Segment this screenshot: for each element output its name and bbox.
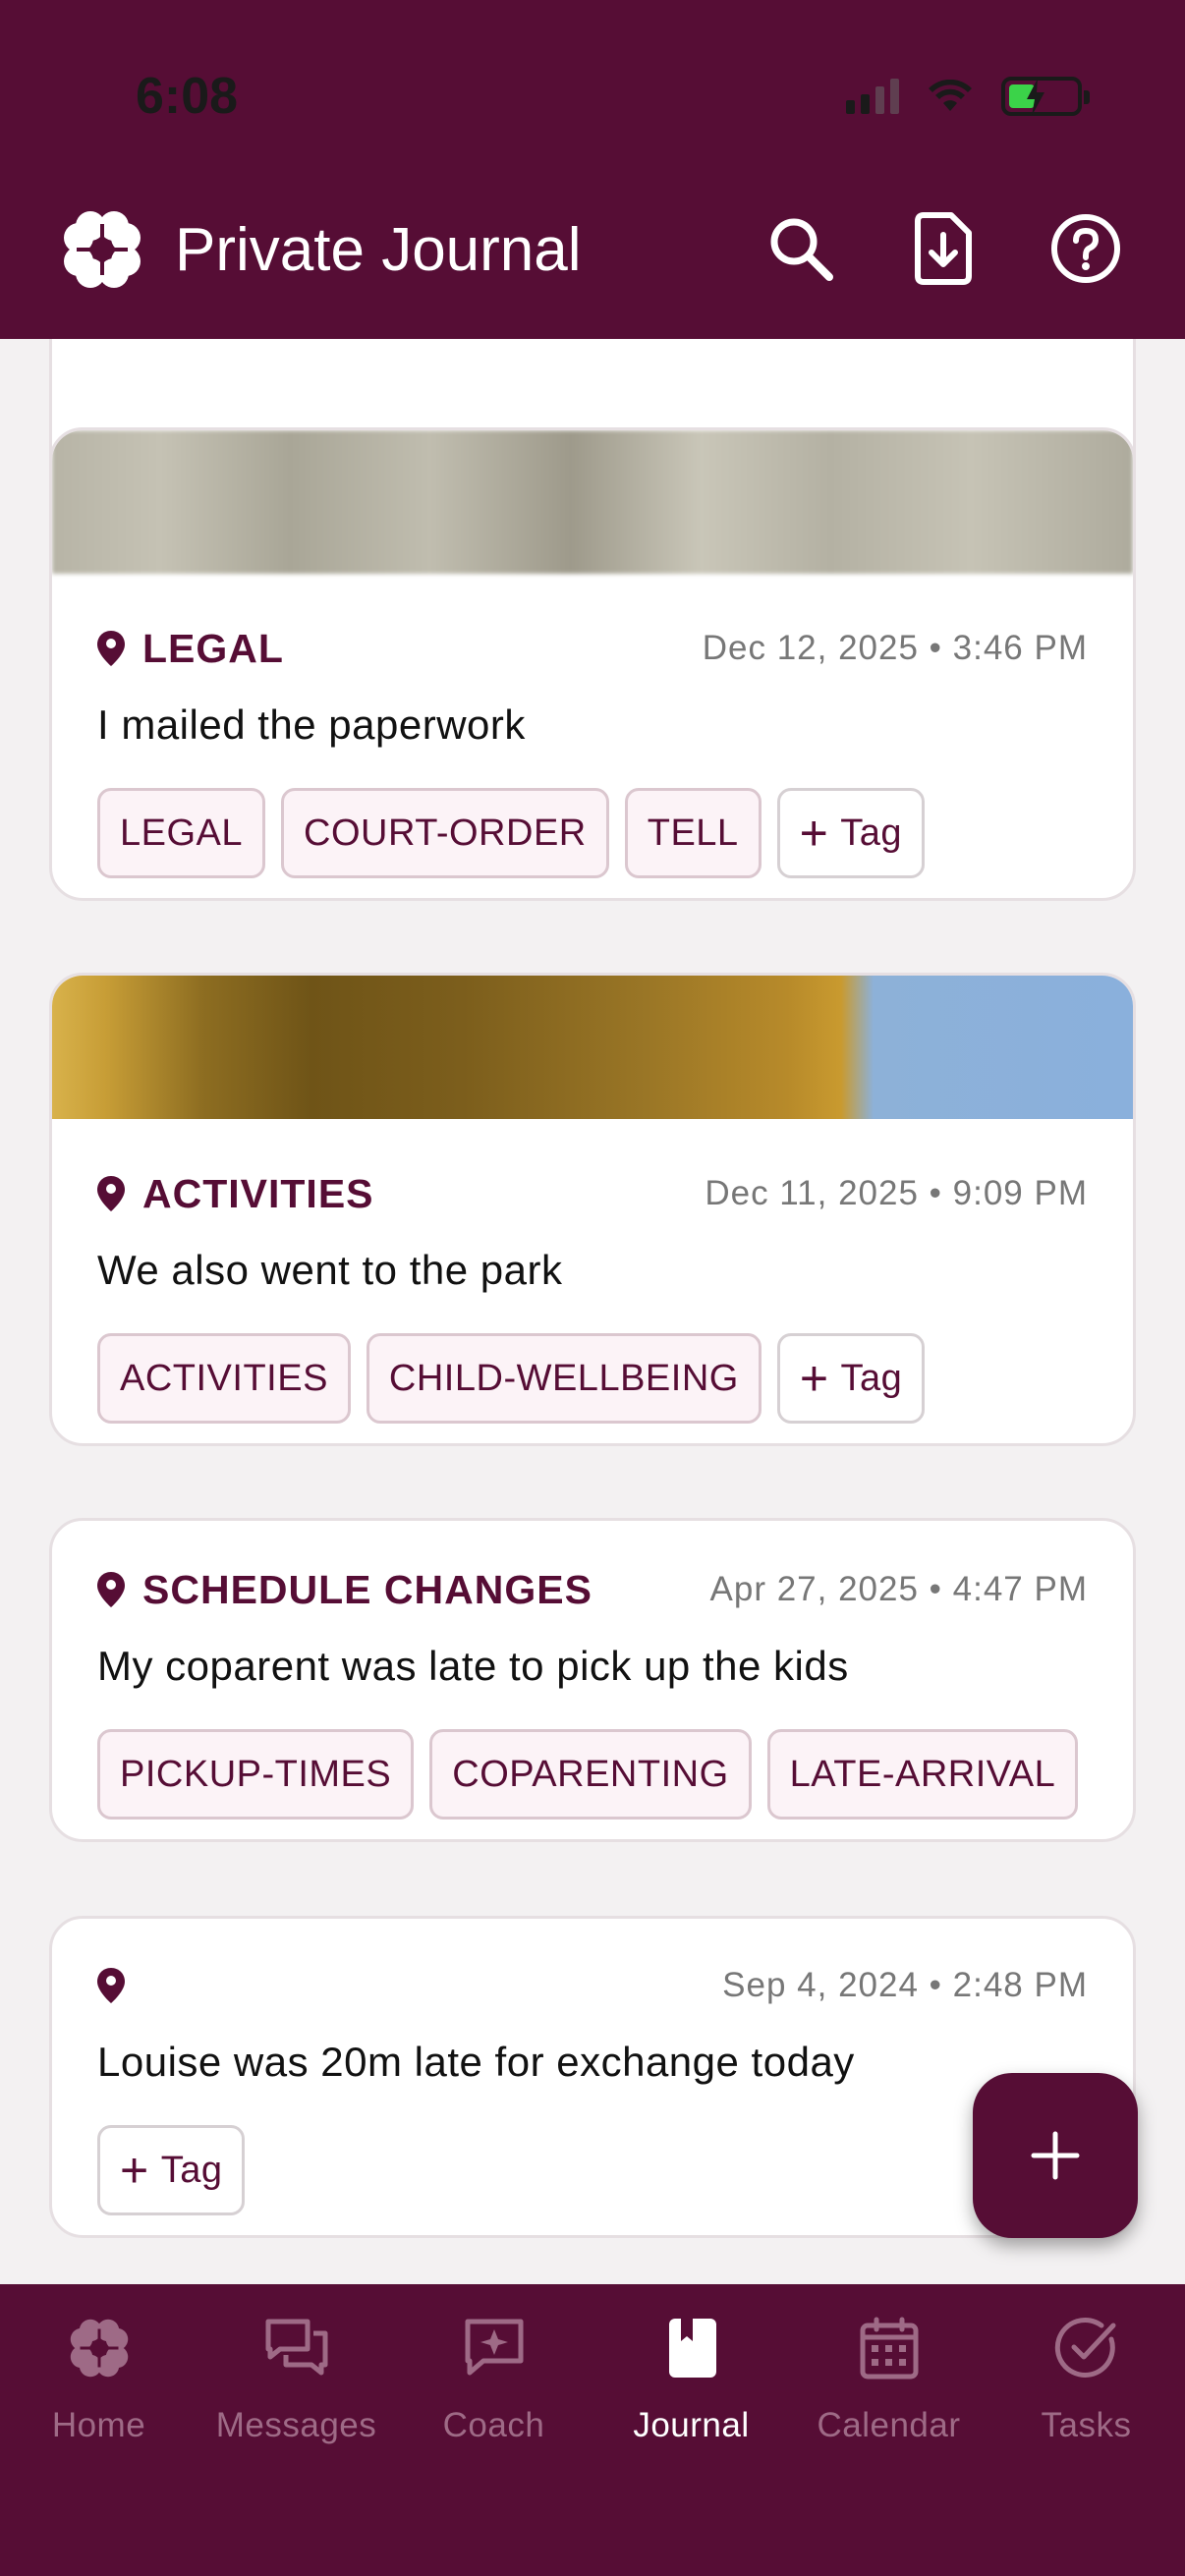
help-icon: [1051, 214, 1120, 283]
nav-item-tasks[interactable]: Tasks: [988, 2284, 1185, 2576]
nav-label: Calendar: [817, 2406, 961, 2444]
nav-label: Journal: [633, 2406, 750, 2444]
nav-item-home[interactable]: Home: [0, 2284, 198, 2576]
tag-list: ACTIVITIES CHILD-WELLBEING + Tag: [97, 1333, 1088, 1424]
bottom-nav: Home Messages Coach Journal Calendar Tas…: [0, 2284, 1185, 2576]
check-circle-icon: [1054, 2317, 1115, 2378]
plus-icon: +: [120, 2143, 149, 2198]
tag-chip[interactable]: COPARENTING: [429, 1729, 752, 1820]
location-pin-icon: [97, 1572, 125, 1607]
wifi-icon: [929, 80, 972, 111]
entry-date: Dec 11, 2025 • 9:09 PM: [705, 1174, 1088, 1212]
entry-text: We also went to the park: [97, 1247, 563, 1293]
tag-chip[interactable]: LATE-ARRIVAL: [766, 1729, 1079, 1820]
entry-date: Dec 12, 2025 • 3:46 PM: [702, 629, 1088, 667]
journal-icon: [668, 2319, 716, 2378]
plus-icon: +: [799, 806, 829, 861]
app-title-row: Private Journal: [59, 206, 582, 293]
location-pin-icon: [97, 631, 125, 666]
plus-icon: +: [799, 1351, 829, 1406]
entry-text: Louise was 20m late for exchange today: [97, 2039, 855, 2085]
add-tag-label: Tag: [840, 1357, 903, 1399]
nav-item-coach[interactable]: Coach: [395, 2284, 592, 2576]
entry-category: ACTIVITIES: [142, 1170, 374, 1216]
nav-label: Home: [51, 2406, 146, 2444]
cellular-signal-icon: [846, 79, 899, 114]
search-button[interactable]: [757, 204, 845, 293]
entry-date: Sep 4, 2024 • 2:48 PM: [722, 1966, 1088, 2004]
journal-entry-card[interactable]: SCHEDULE CHANGES Apr 27, 2025 • 4:47 PM …: [49, 1518, 1136, 1842]
app-header: 6:08 Private Journal: [0, 0, 1185, 339]
clover-icon: [70, 2319, 128, 2378]
plus-icon: [1031, 2131, 1080, 2180]
location-pin-icon: [97, 1968, 125, 2003]
tag-chip[interactable]: CHILD-WELLBEING: [366, 1333, 762, 1424]
tag-list: LEGAL COURT-ORDER TELL + Tag: [97, 788, 1088, 878]
status-icons: [846, 77, 1090, 116]
tag-chip[interactable]: COURT-ORDER: [281, 788, 609, 878]
tag-list: + Tag: [97, 2125, 1088, 2215]
tag-chip[interactable]: ACTIVITIES: [97, 1333, 351, 1424]
entry-text: My coparent was late to pick up the kids: [97, 1643, 849, 1689]
entry-date: Apr 27, 2025 • 4:47 PM: [709, 1570, 1088, 1608]
nav-item-calendar[interactable]: Calendar: [790, 2284, 988, 2576]
nav-label: Messages: [215, 2406, 377, 2444]
chat-icon: [265, 2319, 327, 2376]
calendar-icon: [860, 2317, 918, 2380]
tag-chip[interactable]: PICKUP-TIMES: [97, 1729, 415, 1820]
page-title: Private Journal: [175, 215, 582, 284]
nav-item-journal[interactable]: Journal: [592, 2284, 790, 2576]
nav-item-messages[interactable]: Messages: [198, 2284, 395, 2576]
tag-chip[interactable]: LEGAL: [97, 788, 266, 878]
nav-label: Coach: [442, 2406, 545, 2444]
entry-category: LEGAL: [142, 625, 284, 671]
clover-logo-icon: [64, 211, 141, 288]
add-tag-label: Tag: [160, 2149, 223, 2191]
entry-photo[interactable]: [52, 976, 1133, 1119]
entry-photo[interactable]: [52, 430, 1133, 574]
nav-label: Tasks: [1041, 2406, 1132, 2444]
help-button[interactable]: [1042, 204, 1130, 293]
tag-list: PICKUP-TIMES COPARENTING LATE-ARRIVAL: [97, 1729, 1088, 1820]
entry-text: I mailed the paperwork: [97, 701, 526, 748]
sparkle-chat-icon: [465, 2319, 523, 2376]
export-icon: [915, 212, 972, 285]
journal-list[interactable]: LEGAL Dec 12, 2025 • 3:46 PM I mailed th…: [0, 339, 1185, 2284]
export-button[interactable]: [899, 204, 988, 293]
status-time: 6:08: [136, 68, 239, 125]
location-pin-icon: [97, 1176, 125, 1211]
add-tag-button[interactable]: + Tag: [776, 788, 926, 878]
new-entry-button[interactable]: [973, 2073, 1138, 2238]
tag-chip[interactable]: TELL: [624, 788, 762, 878]
journal-entry-card[interactable]: LEGAL Dec 12, 2025 • 3:46 PM I mailed th…: [49, 427, 1136, 901]
battery-icon: [1001, 77, 1090, 116]
add-tag-button[interactable]: + Tag: [776, 1333, 926, 1424]
add-tag-button[interactable]: + Tag: [97, 2125, 246, 2215]
entry-category: SCHEDULE CHANGES: [142, 1566, 592, 1612]
add-tag-label: Tag: [840, 812, 903, 854]
search-icon: [770, 218, 833, 281]
journal-entry-card[interactable]: ACTIVITIES Dec 11, 2025 • 9:09 PM We als…: [49, 973, 1136, 1446]
